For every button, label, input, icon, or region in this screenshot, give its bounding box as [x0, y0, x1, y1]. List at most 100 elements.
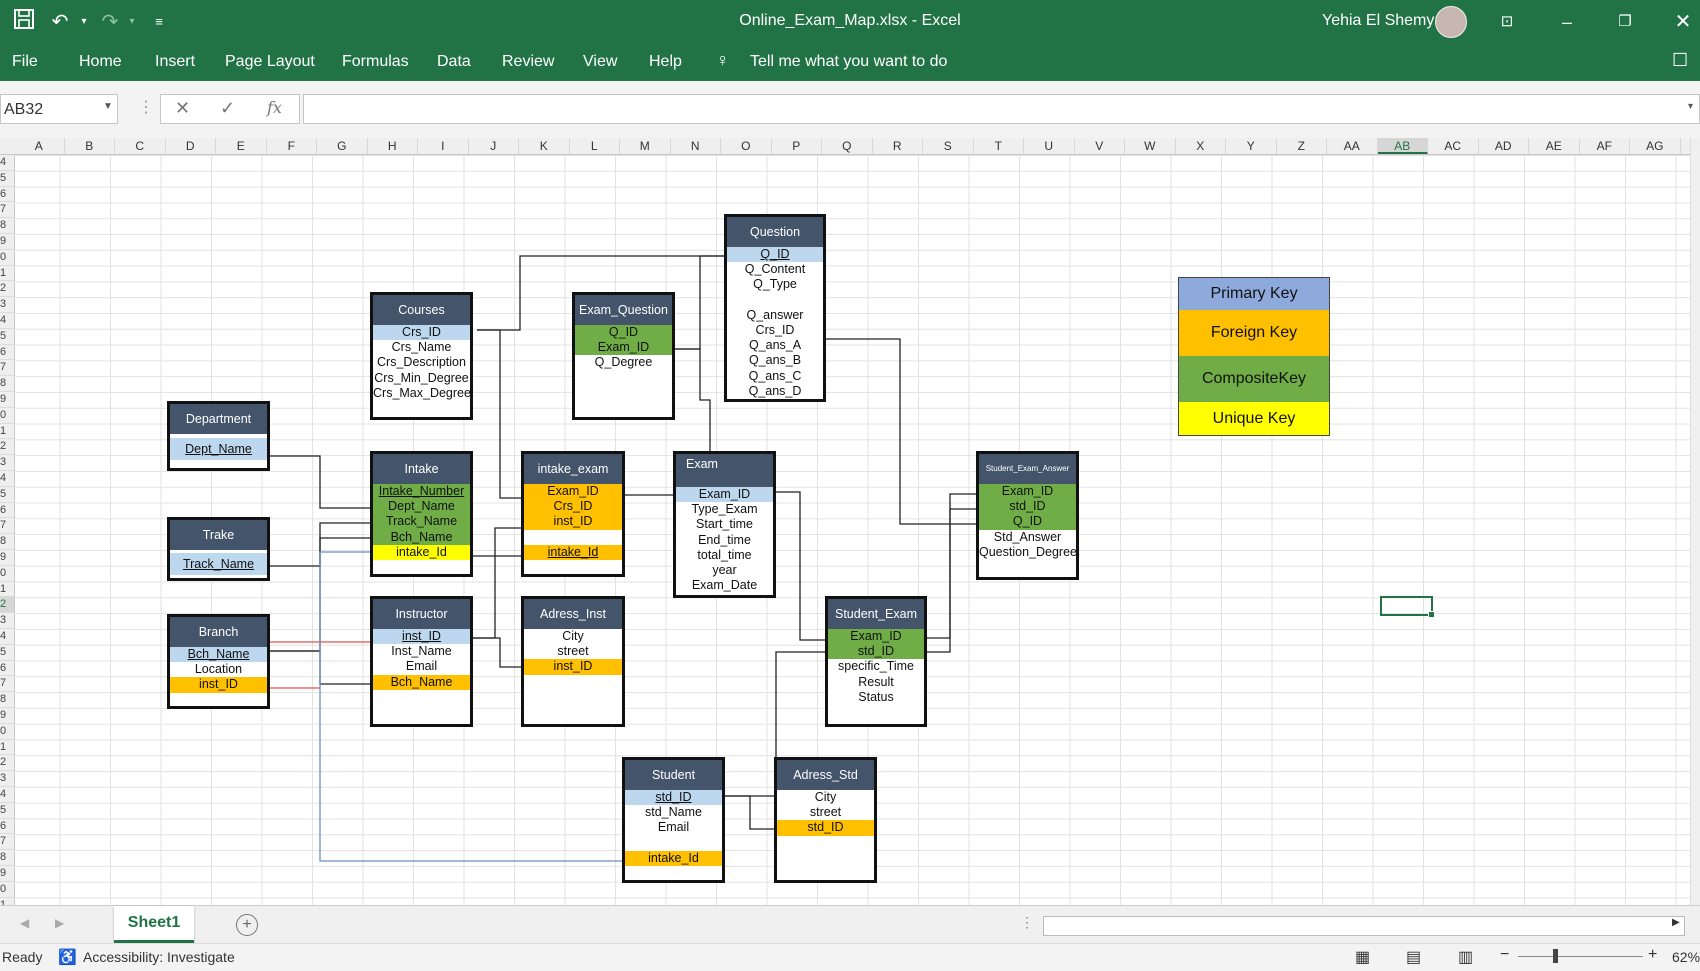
column-header[interactable]: X	[1176, 138, 1226, 154]
column-header[interactable]: E	[216, 138, 267, 154]
row-header[interactable]: 4	[0, 313, 14, 329]
expand-formula-icon[interactable]: ▾	[1688, 101, 1693, 112]
formula-input[interactable]	[303, 94, 1700, 124]
row-header[interactable]: 1	[0, 740, 14, 756]
table-student-exam[interactable]: Student_Exam Exam_ID std_ID specific_Tim…	[825, 596, 927, 727]
tab-formulas[interactable]: Formulas	[342, 53, 409, 71]
normal-view-icon[interactable]: ▦	[1355, 947, 1370, 967]
row-header[interactable]: 9	[0, 550, 14, 566]
column-header[interactable]: O	[721, 138, 772, 154]
row-header[interactable]: 0	[0, 882, 14, 898]
column-header[interactable]: H	[368, 138, 418, 154]
row-header[interactable]: 2	[0, 439, 14, 456]
table-department[interactable]: Department Dept_Name	[167, 401, 270, 471]
tab-file[interactable]: File	[12, 53, 38, 71]
row-header[interactable]: 1	[0, 424, 14, 440]
name-box[interactable]: AB32	[0, 94, 118, 124]
table-instructor[interactable]: Instructor inst_ID Inst_Name Email Bch_N…	[370, 596, 473, 727]
tab-page-layout[interactable]: Page Layout	[225, 53, 315, 71]
column-header[interactable]: AF	[1580, 138, 1630, 154]
row-header[interactable]: 7	[0, 676, 14, 693]
name-box-dropdown-icon[interactable]: ▼	[103, 101, 113, 112]
horizontal-scrollbar[interactable]	[1043, 916, 1685, 936]
page-break-view-icon[interactable]: ▥	[1458, 947, 1473, 967]
table-trake[interactable]: Trake Track_Name	[167, 517, 270, 581]
row-header[interactable]: 0	[0, 250, 14, 266]
row-header[interactable]: 8	[0, 218, 14, 234]
page-layout-view-icon[interactable]: ▤	[1406, 947, 1421, 967]
row-header[interactable]: 6	[0, 503, 14, 519]
row-header[interactable]: 5	[0, 329, 14, 345]
user-name[interactable]: Yehia El Shemy	[1322, 12, 1434, 30]
column-header[interactable]: S	[923, 138, 974, 154]
column-header[interactable]: Q	[822, 138, 873, 154]
tab-review[interactable]: Review	[502, 53, 554, 71]
row-header[interactable]: 7	[0, 360, 14, 377]
table-courses[interactable]: Courses Crs_ID Crs_Name Crs_Description …	[370, 292, 473, 420]
table-exam[interactable]: Exam Exam_ID Type_Exam Start_time End_ti…	[673, 451, 776, 598]
column-header[interactable]: G	[317, 138, 368, 154]
column-header[interactable]: M	[620, 138, 671, 154]
table-adress-std[interactable]: Adress_Std City street std_ID	[774, 757, 877, 883]
row-header[interactable]: 6	[0, 819, 14, 835]
row-header[interactable]: 9	[0, 392, 14, 408]
row-header[interactable]: 3	[0, 455, 14, 471]
column-header[interactable]: T	[974, 138, 1024, 154]
table-exam-question[interactable]: Exam_Question Q_ID Exam_ID Q_Degree	[572, 292, 675, 420]
row-header[interactable]: 1	[0, 898, 14, 905]
minimize-icon[interactable]: –	[1552, 8, 1582, 36]
restore-icon[interactable]: ❐	[1610, 8, 1640, 36]
row-header[interactable]: 5	[0, 171, 14, 187]
sheet-tab-sheet1[interactable]: Sheet1	[114, 906, 194, 943]
row-header[interactable]: 0	[0, 724, 14, 740]
row-header[interactable]: 8	[0, 692, 14, 708]
row-header[interactable]: 6	[0, 187, 14, 203]
row-header[interactable]: 6	[0, 661, 14, 677]
row-header[interactable]: 2	[0, 281, 14, 298]
accessibility-status[interactable]: Accessibility: Investigate	[83, 949, 235, 965]
column-header[interactable]: I	[418, 138, 469, 154]
row-header[interactable]: 2	[0, 755, 14, 772]
row-header[interactable]: 8	[0, 376, 14, 392]
ribbon-display-options-icon[interactable]: ⊡	[1492, 8, 1522, 36]
column-header[interactable]: C	[115, 138, 166, 154]
row-header[interactable]: 8	[0, 534, 14, 550]
row-header[interactable]: 9	[0, 708, 14, 724]
table-adress-inst[interactable]: Adress_Inst City street inst_ID	[521, 596, 625, 727]
zoom-level[interactable]: 62%	[1672, 949, 1700, 965]
column-header[interactable]: AD	[1479, 138, 1529, 154]
row-header[interactable]: 1	[0, 266, 14, 282]
column-header[interactable]: W	[1125, 138, 1176, 154]
row-header[interactable]: 7	[0, 202, 14, 219]
row-header[interactable]: 4	[0, 471, 14, 487]
row-header[interactable]: 7	[0, 834, 14, 851]
row-header[interactable]: 3	[0, 771, 14, 787]
row-header[interactable]: 9	[0, 866, 14, 882]
prev-sheet-icon[interactable]: ◀	[20, 916, 29, 930]
table-question[interactable]: Question Q_ID Q_Content Q_Type Q_answer …	[724, 214, 826, 402]
insert-function-icon[interactable]: fx	[267, 98, 282, 117]
column-header[interactable]: R	[873, 138, 923, 154]
tab-splitter-icon[interactable]: ⋮	[1020, 914, 1034, 931]
tab-view[interactable]: View	[583, 53, 617, 71]
row-header[interactable]: 6	[0, 345, 14, 361]
row-header[interactable]: 4	[0, 155, 14, 171]
tab-help[interactable]: Help	[649, 53, 682, 71]
accessibility-icon[interactable]: ♿	[58, 948, 77, 966]
column-header[interactable]: AB	[1377, 138, 1428, 154]
row-header[interactable]: 1	[0, 582, 14, 598]
row-header[interactable]: 0	[0, 408, 14, 424]
row-header[interactable]: 3	[0, 613, 14, 629]
row-header[interactable]: 5	[0, 645, 14, 661]
zoom-out-icon[interactable]: −	[1500, 946, 1509, 964]
zoom-slider-thumb[interactable]	[1553, 949, 1558, 963]
add-sheet-icon[interactable]: +	[236, 914, 258, 936]
table-intake-exam[interactable]: intake_exam Exam_ID Crs_ID inst_ID intak…	[521, 451, 625, 577]
row-header[interactable]: 9	[0, 234, 14, 250]
next-sheet-icon[interactable]: ▶	[55, 916, 64, 930]
column-header[interactable]: AG	[1630, 138, 1681, 154]
column-header[interactable]: A	[14, 138, 65, 154]
scroll-right-icon[interactable]: ▶	[1672, 917, 1680, 928]
table-student-exam-answer[interactable]: Student_Exam_Answer Exam_ID std_ID Q_ID …	[976, 451, 1079, 580]
column-header[interactable]: U	[1024, 138, 1075, 154]
